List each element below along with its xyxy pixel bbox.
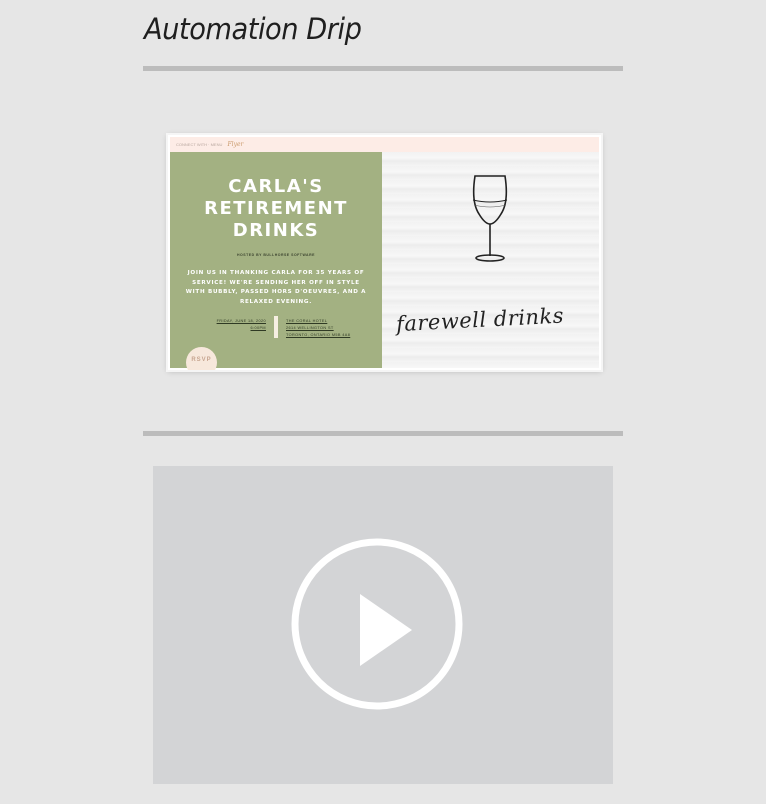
info-divider [274,316,278,338]
wood-image-panel: farewell drinks [382,152,599,368]
event-date: FRIDAY, JUNE 18, 2020 6:00PM [200,318,266,331]
video-player[interactable] [153,466,613,784]
headline-line: RETIREMENT [204,198,348,219]
email-topbar: CONNECT WITH · MENU Flyer [170,137,599,152]
brand-logo: Flyer [227,141,244,148]
time-line: 6:00PM [250,325,266,330]
divider-bottom [143,431,623,436]
invite-panel: CARLA'S RETIREMENT DRINKS HOSTED BY BULL… [170,152,382,370]
topbar-text: CONNECT WITH · MENU [176,142,223,147]
event-address: THE CORAL HOTEL 2614 WELLINGTON ST TORON… [286,318,366,339]
divider-top [143,66,623,71]
hosted-by-text: HOSTED BY BULLHORSE SOFTWARE [237,253,315,257]
address-line: 2614 WELLINGTON ST [286,326,334,330]
play-circle-icon[interactable] [290,537,464,711]
wine-glass-icon [472,175,508,262]
headline-line: DRINKS [232,220,320,241]
page-title: Automation Drip [144,12,362,46]
invite-body-text: JOIN US IN THANKING CARLA FOR 35 YEARS O… [185,270,367,305]
email-preview-card[interactable]: CONNECT WITH · MENU Flyer CARLA'S RETIRE… [168,135,601,370]
script-caption: farewell drinks [395,303,565,337]
rsvp-button[interactable]: RSVP [186,347,217,370]
headline-line: CARLA'S [228,176,324,197]
address-line: THE CORAL HOTEL [286,319,328,323]
address-line: TORONTO, ONTARIO M5B 4A8 [286,333,351,337]
invite-headline: CARLA'S RETIREMENT DRINKS [170,176,382,242]
